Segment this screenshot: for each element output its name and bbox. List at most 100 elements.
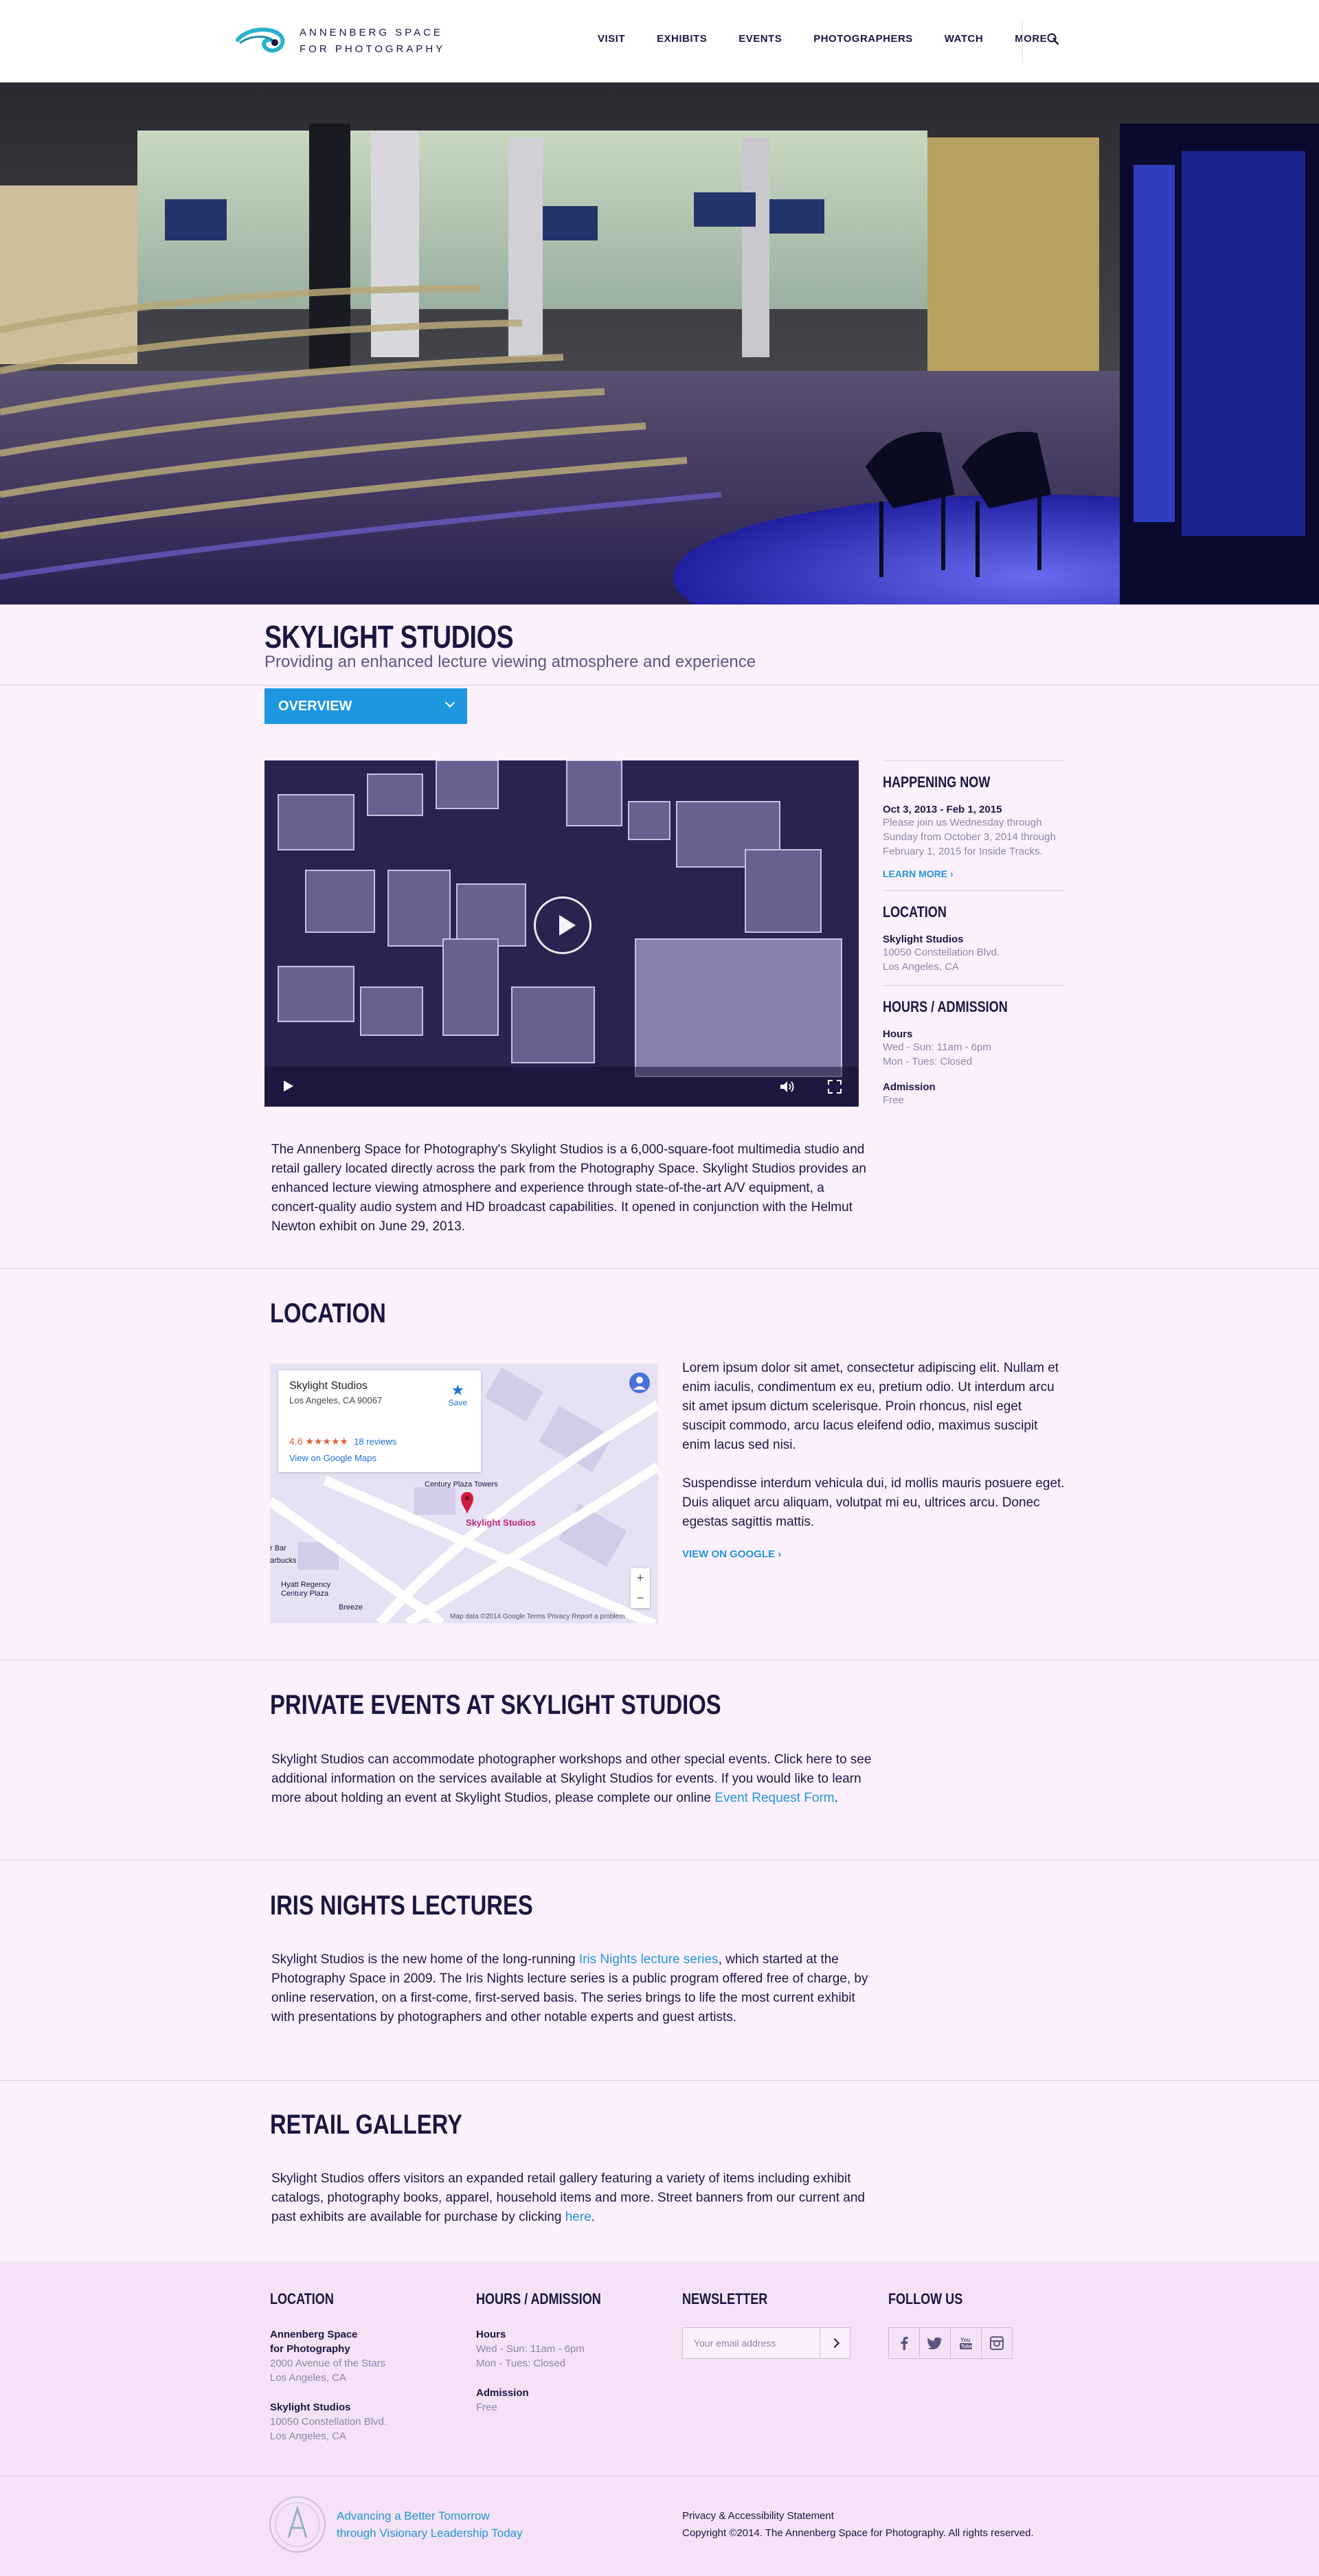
nav-exhibits[interactable]: EXHIBITS bbox=[657, 33, 707, 45]
hours-line-1: Wed - Sun: 11am - 6pm bbox=[883, 1041, 991, 1053]
learn-more-label: LEARN MORE bbox=[883, 868, 948, 879]
map-info-card: Skylight Studios Los Angeles, CA 90067 4… bbox=[278, 1370, 481, 1472]
site-header: ANNENBERG SPACE FOR PHOTOGRAPHY VISIT EX… bbox=[0, 0, 1319, 82]
newsletter-submit-button[interactable] bbox=[820, 2328, 850, 2358]
nav-watch[interactable]: WATCH bbox=[945, 33, 983, 45]
retail-gallery-text: Skylight Studios offers visitors an expa… bbox=[271, 2169, 876, 2227]
footer-admission-value: Free bbox=[476, 2402, 497, 2413]
hours-line-2: Mon - Tues: Closed bbox=[883, 1056, 973, 1067]
svg-text:r Bar: r Bar bbox=[270, 1544, 286, 1552]
location-paragraph-1: Lorem ipsum dolor sit amet, consectetur … bbox=[682, 1361, 1059, 1452]
footer-venue-2-addr-2: Los Angeles, CA bbox=[270, 2430, 346, 2442]
play-button-overlay[interactable] bbox=[534, 896, 591, 954]
map-save-button[interactable]: ★ Save bbox=[449, 1383, 467, 1408]
map-card-title: Skylight Studios bbox=[289, 1380, 368, 1392]
intro-paragraph: The Annenberg Space for Photography's Sk… bbox=[271, 1142, 867, 1234]
admission-label: Admission bbox=[883, 1081, 936, 1093]
copyright-text: Copyright ©2014. The Annenberg Space for… bbox=[682, 2527, 1034, 2539]
location-paragraph-2: Suspendisse interdum vehicula dui, id mo… bbox=[682, 1476, 1065, 1529]
footer-newsletter-heading: NEWSLETTER bbox=[682, 2290, 768, 2307]
location-heading: LOCATION bbox=[883, 903, 947, 920]
twitter-icon[interactable] bbox=[919, 2327, 951, 2359]
map-card-rating: 4.6 ★★★★★ 18 reviews bbox=[289, 1436, 470, 1447]
foundation-seal-icon bbox=[269, 2496, 326, 2553]
nav-visit[interactable]: VISIT bbox=[598, 33, 625, 45]
hours-heading: HOURS / ADMISSION bbox=[883, 998, 1008, 1015]
footer-legal: Privacy & Accessibility Statement Copyri… bbox=[682, 2507, 1034, 2542]
hours-label: Hours bbox=[883, 1028, 913, 1040]
footer-follow-heading: FOLLOW US bbox=[888, 2290, 963, 2307]
site-logo[interactable]: ANNENBERG SPACE FOR PHOTOGRAPHY bbox=[234, 22, 445, 60]
newsletter-email-input[interactable] bbox=[683, 2328, 820, 2358]
reviews-link[interactable]: 18 reviews bbox=[354, 1436, 396, 1447]
period: . bbox=[834, 1791, 838, 1805]
instagram-icon[interactable] bbox=[981, 2327, 1013, 2359]
nav-events[interactable]: EVENTS bbox=[739, 33, 782, 45]
view-on-google-link[interactable]: VIEW ON GOOGLE › bbox=[682, 1548, 781, 1560]
newsletter-form bbox=[682, 2327, 850, 2359]
private-events-title: PRIVATE EVENTS AT SKYLIGHT STUDIOS bbox=[270, 1690, 721, 1720]
location-description: Lorem ipsum dolor sit amet, consectetur … bbox=[682, 1359, 1067, 1532]
location-block: LOCATION Skylight Studios 10050 Constell… bbox=[883, 890, 1065, 985]
view-on-google-label: VIEW ON GOOGLE bbox=[682, 1548, 776, 1560]
iris-text-1: Skylight Studios is the new home of the … bbox=[271, 1952, 579, 1967]
event-request-form-link[interactable]: Event Request Form bbox=[714, 1791, 834, 1805]
facebook-icon[interactable] bbox=[888, 2327, 920, 2359]
footer-hours-heading: HOURS / ADMISSION bbox=[476, 2290, 601, 2307]
footer-venue-2-name: Skylight Studios bbox=[270, 2402, 351, 2413]
svg-text:arbucks: arbucks bbox=[270, 1557, 297, 1565]
chevron-right-icon: › bbox=[778, 1548, 782, 1560]
map-card-address: Los Angeles, CA 90067 bbox=[289, 1395, 383, 1405]
footer-venue-1-name-1: Annenberg Space bbox=[270, 2329, 358, 2340]
fullscreen-icon[interactable] bbox=[827, 1079, 842, 1094]
location-address-2: Los Angeles, CA bbox=[883, 961, 959, 973]
star-icon: ★ bbox=[451, 1381, 465, 1399]
iris-nights-title: IRIS NIGHTS LECTURES bbox=[270, 1890, 533, 1921]
learn-more-link[interactable]: LEARN MORE › bbox=[883, 868, 1065, 879]
view-on-google-maps-link[interactable]: View on Google Maps bbox=[289, 1453, 470, 1463]
footer-admission-label: Admission bbox=[476, 2387, 529, 2399]
map-save-label: Save bbox=[448, 1398, 467, 1408]
logo-line-2: FOR PHOTOGRAPHY bbox=[300, 43, 446, 55]
privacy-statement-link[interactable]: Privacy & Accessibility Statement bbox=[682, 2510, 834, 2522]
iris-nights-series-link[interactable]: Iris Nights lecture series bbox=[579, 1952, 719, 1967]
happening-text: Please join us Wednesday through Sunday … bbox=[883, 817, 1056, 857]
tagline-line-2: through Visionary Leadership Today bbox=[337, 2527, 523, 2540]
chevron-right-icon: › bbox=[950, 868, 954, 879]
youtube-icon[interactable]: You Tube bbox=[950, 2327, 982, 2359]
rating-stars: 4.6 ★★★★★ bbox=[289, 1436, 349, 1447]
play-icon[interactable] bbox=[284, 1081, 293, 1092]
svg-text:Tube: Tube bbox=[961, 2345, 972, 2349]
svg-text:Century Plaza Towers: Century Plaza Towers bbox=[425, 1480, 498, 1489]
nav-photographers[interactable]: PHOTOGRAPHERS bbox=[813, 33, 913, 45]
page-title: SKYLIGHT STUDIOS bbox=[264, 619, 514, 655]
zoom-in-button[interactable]: + bbox=[631, 1568, 650, 1588]
svg-text:Breeze: Breeze bbox=[339, 1603, 363, 1612]
private-events-text: Skylight Studios can accommodate photogr… bbox=[271, 1750, 876, 1808]
happening-dates: Oct 3, 2013 - Feb 1, 2015 bbox=[883, 804, 1002, 815]
footer-tagline[interactable]: Advancing a Better Tomorrow through Visi… bbox=[337, 2507, 523, 2542]
section-select-dropdown[interactable]: OVERVIEW bbox=[264, 688, 467, 724]
svg-text:You: You bbox=[960, 2337, 971, 2343]
retail-here-link[interactable]: here bbox=[565, 2210, 591, 2224]
footer-venue-1-name-2: for Photography bbox=[270, 2343, 350, 2355]
footer-location: LOCATION Annenberg Space for Photography… bbox=[270, 2290, 462, 2443]
search-icon[interactable] bbox=[1046, 32, 1061, 47]
footer-hours: HOURS / ADMISSION Hours Wed - Sun: 11am … bbox=[476, 2290, 668, 2415]
map-attribution: Map data ©2014 Google Terms Privacy Repo… bbox=[450, 1613, 625, 1620]
nav-more-label: MORE bbox=[1015, 33, 1048, 45]
location-map[interactable]: Century Plaza Towers Hyatt Regency Centu… bbox=[270, 1364, 658, 1623]
page-subtitle: Providing an enhanced lecture viewing at… bbox=[264, 653, 756, 671]
svg-text:Hyatt Regency: Hyatt Regency bbox=[281, 1581, 331, 1589]
social-links: You Tube bbox=[888, 2327, 1081, 2359]
footer-hours-1: Wed - Sun: 11am - 6pm bbox=[476, 2343, 585, 2355]
retail-gallery-title: RETAIL GALLERY bbox=[270, 2110, 463, 2140]
site-footer: LOCATION Annenberg Space for Photography… bbox=[0, 2261, 1319, 2576]
video-player[interactable] bbox=[264, 760, 859, 1107]
volume-icon[interactable] bbox=[779, 1079, 796, 1094]
location-address-1: 10050 Constellation Blvd. bbox=[883, 947, 1000, 958]
zoom-out-button[interactable]: − bbox=[631, 1588, 650, 1608]
